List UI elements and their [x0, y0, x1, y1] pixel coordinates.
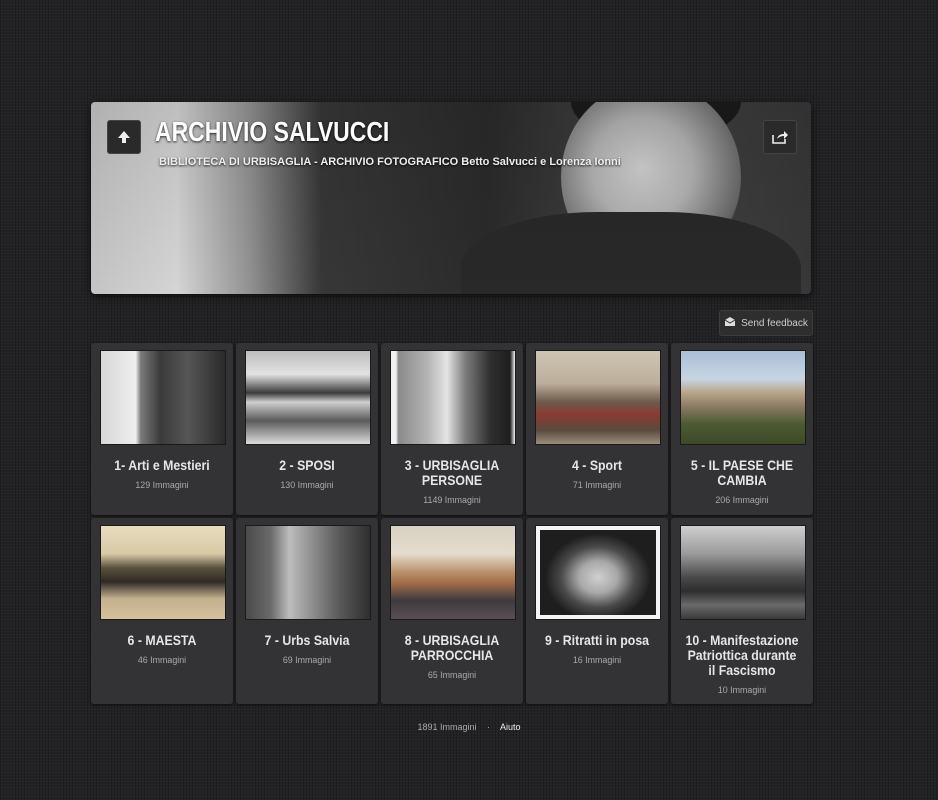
- page-title: ARCHIVIO SALVUCCI: [155, 116, 390, 147]
- total-images: 1891 Immagini: [417, 722, 477, 732]
- gallery-count: 130 Immagini: [280, 480, 334, 490]
- gallery-grid: 1- Arti e Mestieri 129 Immagini 2 - SPOS…: [91, 343, 813, 704]
- feedback-icon: [724, 316, 736, 330]
- gallery-card-sport[interactable]: 4 - Sport 71 Immagini: [526, 343, 668, 515]
- send-feedback-button[interactable]: Send feedback: [719, 310, 813, 336]
- gallery-card-sposi[interactable]: 2 - SPOSI 130 Immagini: [236, 343, 378, 515]
- gallery-title[interactable]: 9 - Ritratti in posa: [545, 632, 649, 648]
- gallery-title[interactable]: 3 - URBISAGLIA PERSONE: [405, 457, 499, 488]
- gallery-thumbnail[interactable]: [390, 525, 516, 620]
- gallery-card-manifestazione-patriottica[interactable]: 10 - Manifestazione Patriottica durante …: [671, 518, 813, 704]
- gallery-thumbnail[interactable]: [680, 525, 806, 620]
- gallery-card-urbisaglia-parrocchia[interactable]: 8 - URBISAGLIA PARROCCHIA 65 Immagini: [381, 518, 523, 704]
- gallery-count: 129 Immagini: [135, 480, 189, 490]
- gallery-title[interactable]: 1- Arti e Mestieri: [114, 457, 209, 473]
- gallery-thumbnail[interactable]: [390, 350, 516, 445]
- gallery-count: 16 Immagini: [572, 655, 622, 665]
- gallery-thumbnail[interactable]: [680, 350, 806, 445]
- gallery-title[interactable]: 2 - SPOSI: [279, 457, 334, 473]
- gallery-card-ritratti-in-posa[interactable]: 9 - Ritratti in posa 16 Immagini: [526, 518, 668, 704]
- gallery-card-il-paese-che-cambia[interactable]: 5 - IL PAESE CHE CAMBIA 206 Immagini: [671, 343, 813, 515]
- gallery-count: 71 Immagini: [572, 480, 622, 490]
- gallery-thumbnail[interactable]: [245, 525, 371, 620]
- gallery-thumbnail[interactable]: [100, 525, 226, 620]
- help-link[interactable]: Aiuto: [500, 722, 521, 732]
- gallery-title[interactable]: 8 - URBISAGLIA PARROCCHIA: [405, 632, 499, 663]
- footer-separator: ·: [487, 722, 491, 732]
- footer: 1891 Immagini · Aiuto: [0, 722, 938, 732]
- gallery-card-urbisaglia-persone[interactable]: 3 - URBISAGLIA PERSONE 1149 Immagini: [381, 343, 523, 515]
- gallery-title[interactable]: 7 - Urbs Salvia: [265, 632, 350, 648]
- page-subtitle: BIBLIOTECA DI URBISAGLIA - ARCHIVIO FOTO…: [159, 156, 621, 168]
- gallery-title[interactable]: 5 - IL PAESE CHE CAMBIA: [691, 457, 793, 488]
- send-feedback-label: Send feedback: [741, 317, 808, 329]
- gallery-thumbnail[interactable]: [535, 350, 661, 445]
- gallery-count: 206 Immagini: [715, 495, 769, 505]
- gallery-count: 69 Immagini: [282, 655, 332, 665]
- gallery-title[interactable]: 4 - Sport: [572, 457, 622, 473]
- share-icon[interactable]: [763, 120, 797, 154]
- gallery-count: 65 Immagini: [427, 670, 477, 680]
- gallery-card-maesta[interactable]: 6 - MAESTA 46 Immagini: [91, 518, 233, 704]
- gallery-count: 10 Immagini: [717, 685, 767, 695]
- gallery-count: 1149 Immagini: [423, 495, 481, 505]
- gallery-thumbnail[interactable]: [100, 350, 226, 445]
- arrow-up-icon[interactable]: [107, 120, 141, 154]
- header-banner: ARCHIVIO SALVUCCI BIBLIOTECA DI URBISAGL…: [91, 102, 811, 294]
- gallery-thumbnail[interactable]: [245, 350, 371, 445]
- gallery-thumbnail[interactable]: [535, 525, 661, 620]
- gallery-card-arti-e-mestieri[interactable]: 1- Arti e Mestieri 129 Immagini: [91, 343, 233, 515]
- gallery-card-urbs-salvia[interactable]: 7 - Urbs Salvia 69 Immagini: [236, 518, 378, 704]
- gallery-count: 46 Immagini: [137, 655, 187, 665]
- gallery-title[interactable]: 6 - MAESTA: [128, 632, 197, 648]
- gallery-title[interactable]: 10 - Manifestazione Patriottica durante …: [686, 632, 799, 678]
